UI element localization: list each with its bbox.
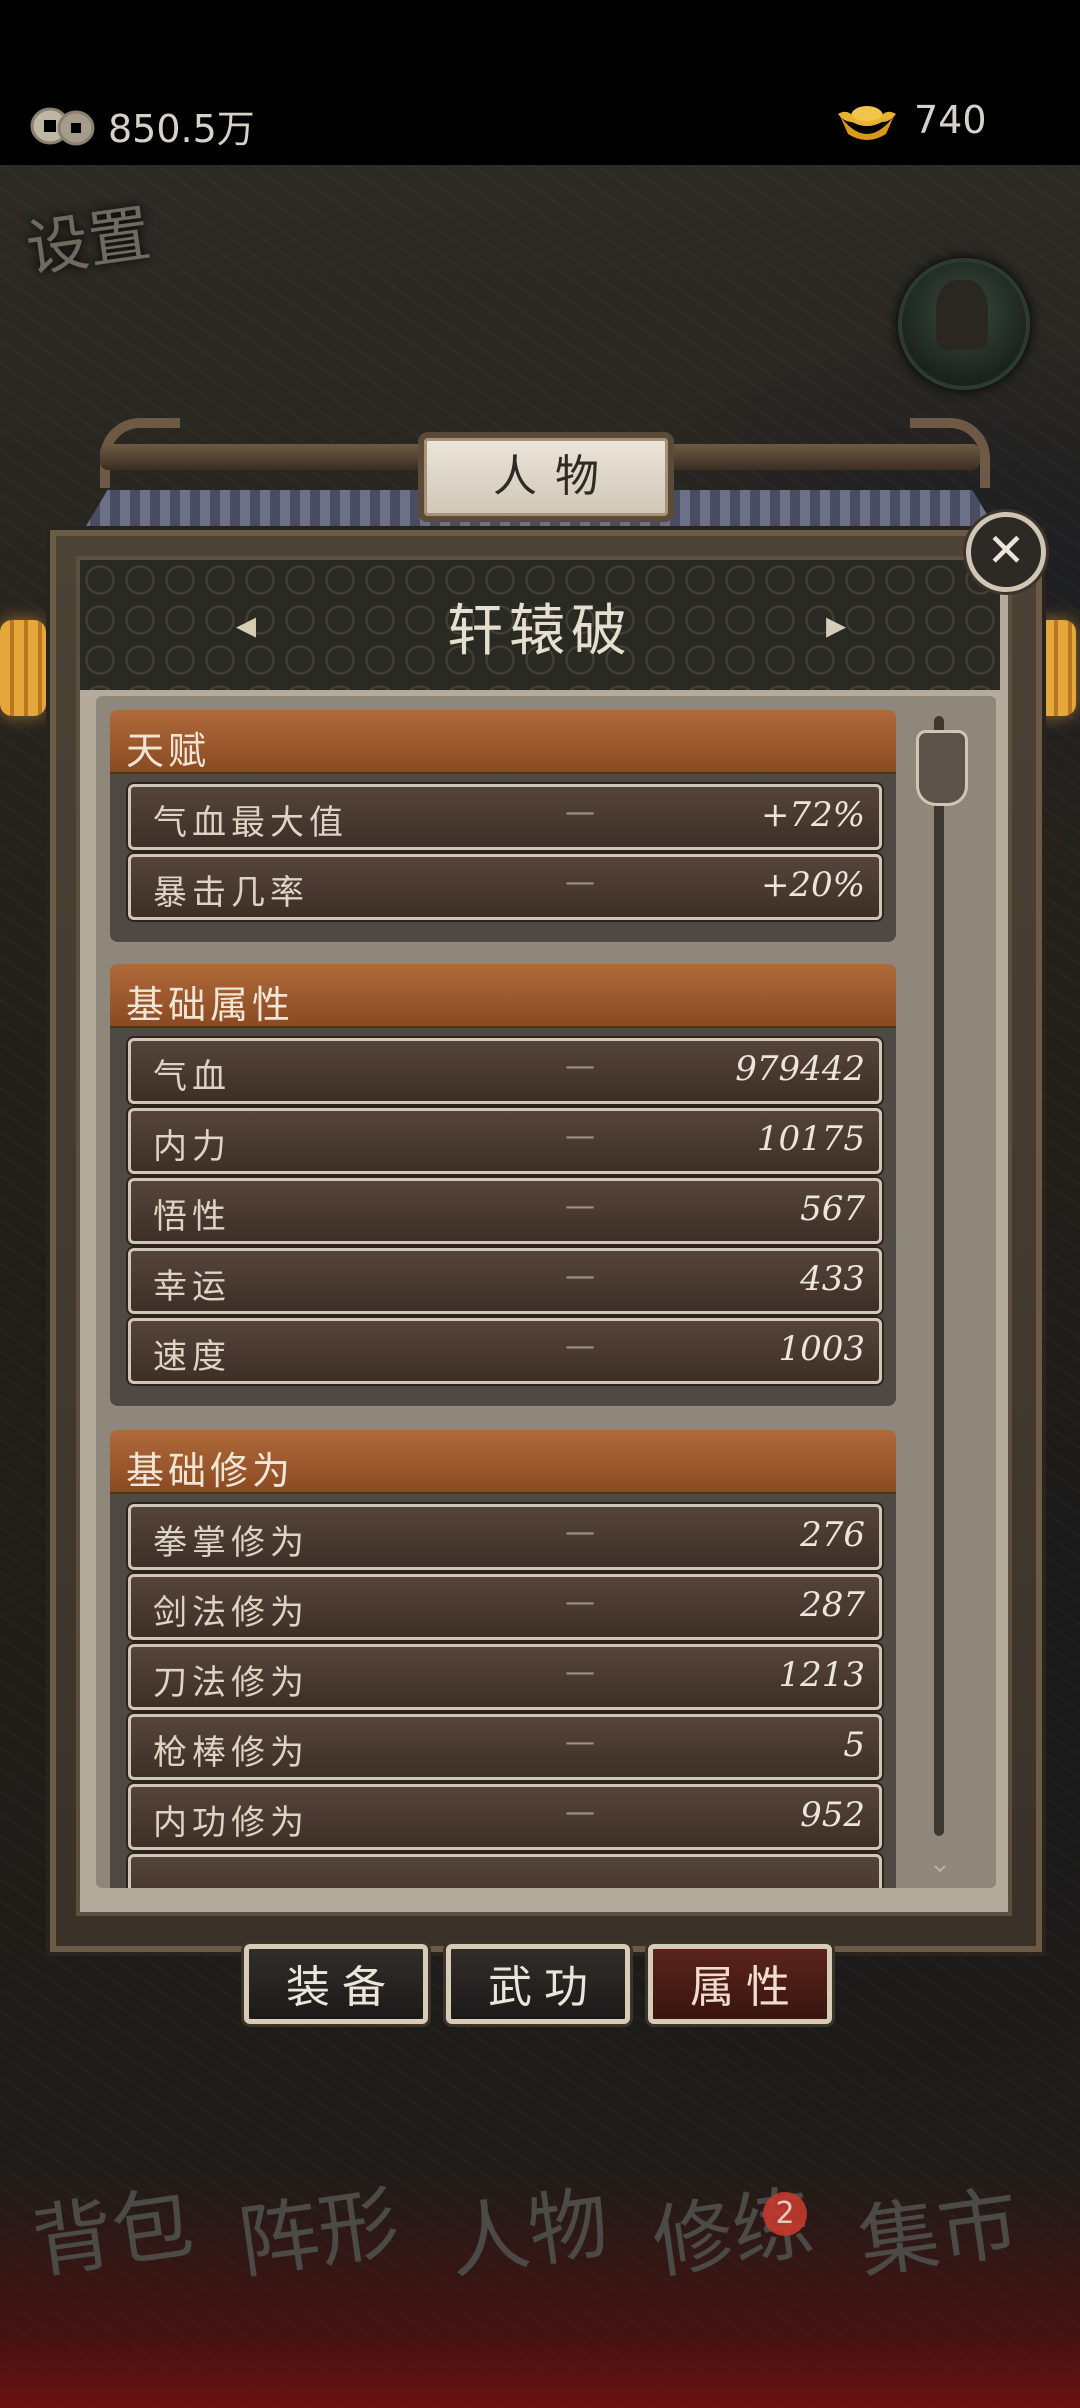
stat-value: 567 (800, 1189, 865, 1229)
stat-dash: — (565, 1515, 595, 1550)
section-talent: 天赋 气血最大值 — +72% 暴击几率 — +20% (110, 710, 896, 942)
attribute-list[interactable]: 天赋 气血最大值 — +72% 暴击几率 — +20% 基础属性 气血 — 97… (96, 696, 996, 1888)
stat-dash: — (565, 1725, 595, 1760)
tab-equipment[interactable]: 装备 (244, 1944, 428, 2024)
section-header: 基础属性 (110, 964, 896, 1027)
next-character-arrow-icon[interactable]: ▸ (806, 600, 866, 650)
currency-bar: 850.5万 740 (0, 0, 1080, 165)
stat-row: 悟性 — 567 (128, 1178, 882, 1244)
character-name: 轩辕破 (447, 599, 633, 664)
stat-row: 刀法修为 — 1213 (128, 1644, 882, 1710)
stat-dash: — (565, 1585, 595, 1620)
lantern-left (0, 620, 46, 716)
stat-label: 刀法修为 (153, 1663, 309, 1703)
stat-row: 暴击几率 — +20% (128, 854, 882, 920)
gold-ingot-icon (838, 106, 896, 140)
stat-label: 枪棒修为 (153, 1733, 309, 1773)
stat-dash: — (565, 1049, 595, 1084)
settings-button[interactable]: 设置 (22, 196, 167, 330)
prev-character-arrow-icon[interactable]: ◂ (216, 600, 276, 650)
stat-label: 速度 (153, 1337, 231, 1377)
stat-value: 979442 (735, 1049, 865, 1089)
ingot-amount: 740 (914, 98, 987, 142)
scroll-down-icon[interactable]: ⌄ (920, 1846, 960, 1879)
stat-label: 气血最大值 (153, 803, 348, 843)
stat-value: 287 (800, 1585, 865, 1625)
stat-value: 1213 (778, 1655, 865, 1695)
nav-training-badge: 2 (763, 2192, 807, 2236)
stat-label: 幸运 (153, 1267, 231, 1307)
stat-row: 速度 — 1003 (128, 1318, 882, 1384)
stat-value: +72% (760, 795, 865, 835)
nav-character[interactable]: 人物 (434, 2176, 639, 2391)
stat-label: 内力 (153, 1127, 231, 1167)
stat-dash: — (565, 865, 595, 900)
scrollbar-thumb[interactable] (916, 730, 968, 806)
stat-value: +20% (760, 865, 865, 905)
stat-label: 拳掌修为 (153, 1523, 309, 1563)
nav-training[interactable]: 修练 (638, 2176, 843, 2391)
section-base-cultivation: 基础修为 拳掌修为 — 276 剑法修为 — 287 刀法修为 — 1213 枪… (110, 1430, 896, 1888)
stat-row: 内力 — 10175 (128, 1108, 882, 1174)
coin-icon (30, 107, 95, 146)
stat-row: 气血 — 979442 (128, 1038, 882, 1104)
scrollbar-track[interactable] (934, 716, 944, 1836)
stat-row: 内功修为 — 952 (128, 1784, 882, 1850)
stat-row: 枪棒修为 — 5 (128, 1714, 882, 1780)
close-button[interactable]: ✕ (966, 512, 1046, 592)
section-title: 基础修为 (126, 1449, 295, 1493)
nav-bag[interactable]: 背包 (18, 2176, 223, 2391)
stat-dash: — (565, 1329, 595, 1364)
stat-dash: — (565, 1189, 595, 1224)
panel-title: 人物 (493, 451, 617, 502)
panel-title-plate: 人物 (418, 432, 674, 522)
stat-label: 气血 (153, 1057, 231, 1097)
stat-row-partial (128, 1854, 882, 1888)
stat-row: 幸运 — 433 (128, 1248, 882, 1314)
stat-value: 952 (800, 1795, 865, 1835)
tab-attributes[interactable]: 属性 (648, 1944, 832, 2024)
attribute-list-viewport: 天赋 气血最大值 — +72% 暴击几率 — +20% 基础属性 气血 — 97… (96, 696, 916, 1888)
section-title: 天赋 (126, 729, 211, 773)
nav-formation[interactable]: 阵形 (224, 2176, 429, 2391)
section-title: 基础属性 (126, 983, 295, 1027)
stat-row: 气血最大值 — +72% (128, 784, 882, 850)
tab-martial-arts[interactable]: 武功 (446, 1944, 630, 2024)
stat-dash: — (565, 795, 595, 830)
stat-label: 悟性 (153, 1197, 231, 1237)
stat-dash: — (565, 1655, 595, 1690)
stat-label: 内功修为 (153, 1803, 309, 1843)
player-avatar[interactable] (898, 258, 1030, 390)
stat-value: 433 (800, 1259, 865, 1299)
stat-label: 剑法修为 (153, 1593, 309, 1633)
stat-dash: — (565, 1795, 595, 1830)
stat-dash: — (565, 1259, 595, 1294)
stat-value: 10175 (756, 1119, 865, 1159)
coin-amount: 850.5万 (108, 107, 255, 151)
nav-market[interactable]: 集市 (844, 2176, 1049, 2391)
stat-row: 拳掌修为 — 276 (128, 1504, 882, 1570)
stat-value: 5 (843, 1725, 865, 1765)
section-header: 天赋 (110, 710, 896, 773)
stat-label: 暴击几率 (153, 873, 309, 913)
stat-row: 剑法修为 — 287 (128, 1574, 882, 1640)
section-base-attributes: 基础属性 气血 — 979442 内力 — 10175 悟性 — 567 幸运 … (110, 964, 896, 1406)
stat-dash: — (565, 1119, 595, 1154)
stat-value: 1003 (778, 1329, 865, 1369)
section-header: 基础修为 (110, 1430, 896, 1493)
stat-value: 276 (800, 1515, 865, 1555)
